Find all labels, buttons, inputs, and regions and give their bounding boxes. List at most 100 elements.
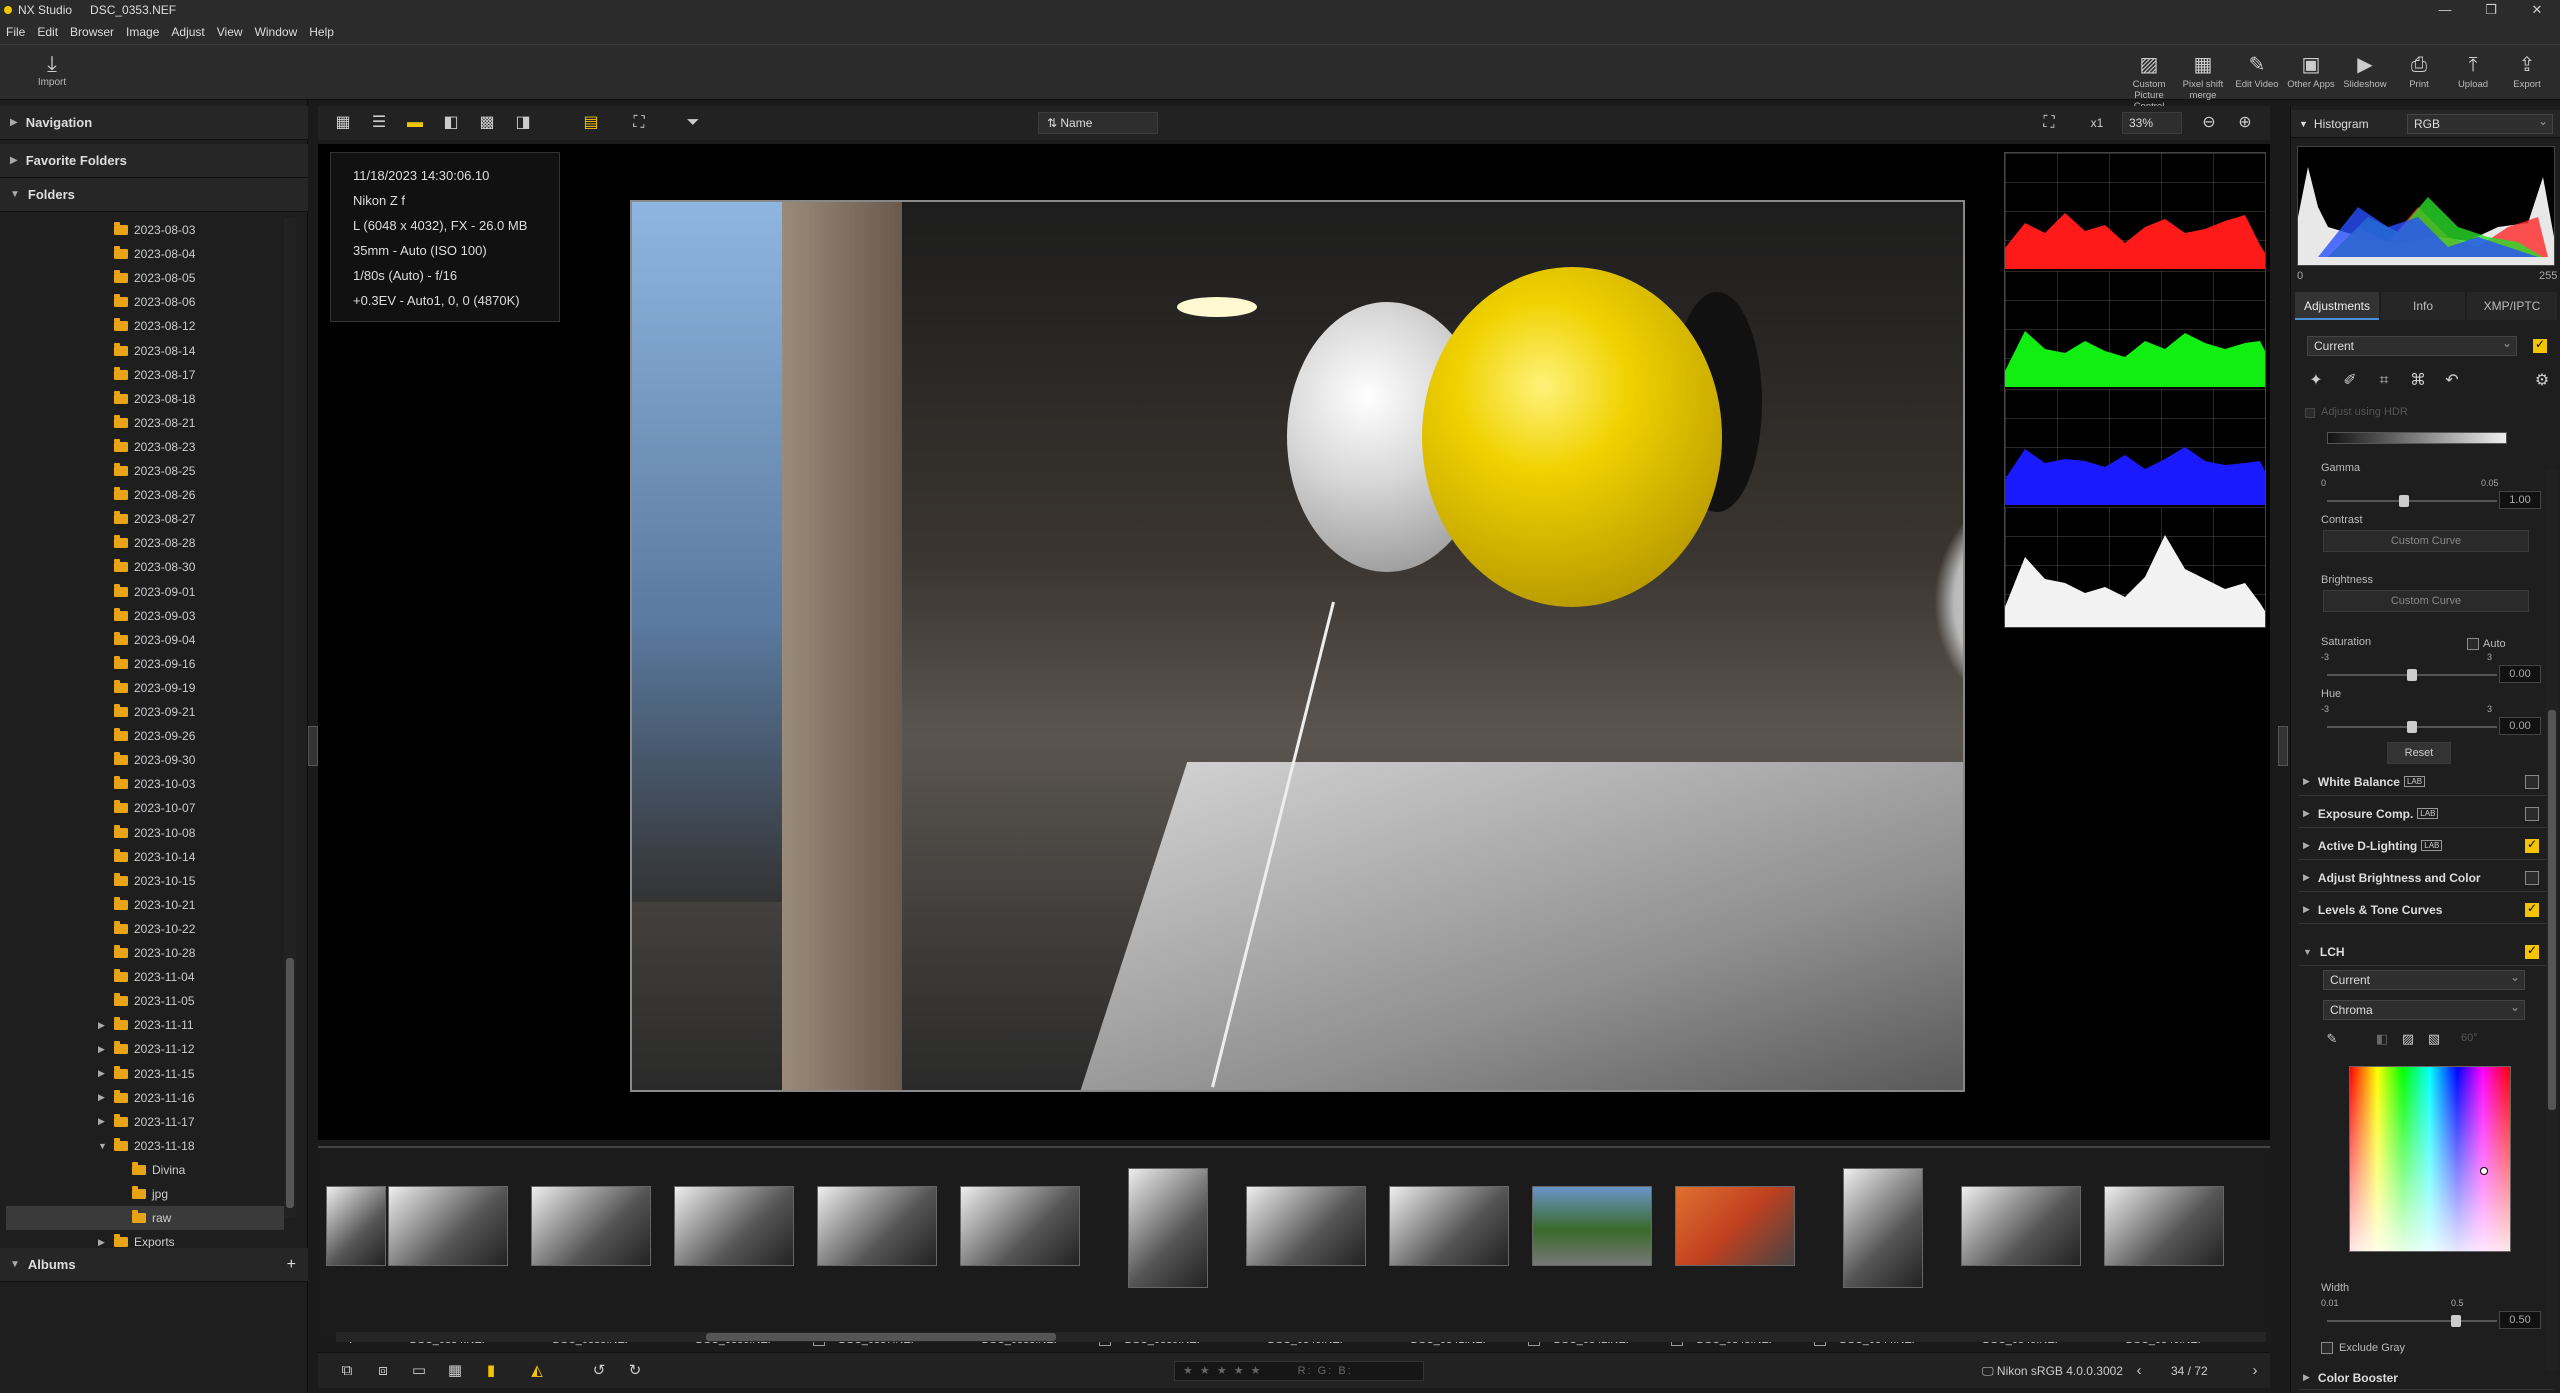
tab-xmp-iptc[interactable]: XMP/IPTC	[2467, 292, 2557, 320]
favorite-folders-section[interactable]: ▶ Favorite Folders	[0, 144, 308, 178]
display-mode-icon[interactable]: ▤	[580, 112, 602, 134]
folder-item[interactable]: 2023-10-28	[114, 941, 195, 965]
grid-icon[interactable]: ▦	[444, 1361, 466, 1381]
adjustments-enable-checkbox[interactable]	[2533, 337, 2547, 353]
contrast-custom-curve-button[interactable]: Custom Curve	[2323, 530, 2529, 552]
menu-help[interactable]: Help	[303, 25, 340, 39]
rating-bar[interactable]: ★ ★ ★ ★ ★ R: G: B:	[1174, 1361, 1424, 1381]
thumbnail-image[interactable]	[1961, 1186, 2081, 1266]
settings-gear-icon[interactable]: ⚙	[2531, 370, 2553, 392]
folder-item[interactable]: 2023-09-19	[114, 676, 195, 700]
folder-item[interactable]: 2023-11-04	[114, 965, 195, 989]
main-photo[interactable]	[630, 200, 1965, 1092]
menu-view[interactable]: View	[211, 25, 249, 39]
folder-item[interactable]: ▼ 2023-11-18	[98, 1134, 195, 1158]
import-button[interactable]: ⤓ Import	[28, 51, 76, 88]
filmstrip-thumbnail[interactable]: DSC_0346.NEF	[2094, 1168, 2236, 1346]
edit-video-button[interactable]: ✎ Edit Video	[2230, 51, 2284, 112]
scrollbar-thumb[interactable]	[2548, 710, 2556, 1110]
saturation-auto-checkbox[interactable]	[2467, 638, 2479, 650]
folder-item[interactable]: 2023-11-05	[114, 989, 195, 1013]
folder-item[interactable]: 2023-10-22	[114, 917, 195, 941]
split-view-icon[interactable]: ◨	[512, 112, 534, 134]
histogram-channel-select[interactable]: RGB	[2407, 112, 2553, 134]
star-rating[interactable]: ★ ★ ★ ★ ★	[1183, 1365, 1263, 1377]
reset-button[interactable]: Reset	[2387, 742, 2451, 764]
brightness-custom-curve-button[interactable]: Custom Curve	[2323, 590, 2529, 612]
expand-arrow-icon[interactable]: ▶	[98, 1044, 112, 1055]
folder-item[interactable]: 2023-08-12	[114, 314, 195, 338]
lch-group[interactable]: ▼ LCH	[2299, 938, 2553, 966]
filmstrip-thumbnail[interactable]: ✓DSC_0344.NEF	[1808, 1168, 1950, 1346]
lch-chroma-picker[interactable]	[2349, 1066, 2511, 1252]
thumbnail-image[interactable]	[1843, 1168, 1923, 1288]
folder-item[interactable]: 2023-08-17	[114, 363, 195, 387]
filmstrip-thumbnail[interactable]: ✓DSC_0337.NEF	[807, 1168, 949, 1346]
folder-item[interactable]: 2023-09-03	[114, 604, 195, 628]
upload-button[interactable]: ⤒ Upload	[2446, 51, 2500, 112]
filmstrip-thumbnail[interactable]: DSC_0335.NEF	[521, 1168, 663, 1346]
thumbnail-list-icon[interactable]: ☰	[368, 112, 390, 134]
filmstrip-thumbnail[interactable]: ✓DSC_0343.NEF	[1665, 1168, 1807, 1346]
subfolder-item[interactable]: jpg	[132, 1182, 168, 1206]
multi-view-icon[interactable]: ▩	[476, 112, 498, 134]
filmstrip-scrollbar[interactable]	[336, 1332, 2266, 1342]
slider-knob[interactable]	[2407, 721, 2417, 733]
group-enable-checkbox[interactable]	[2525, 775, 2539, 789]
custom-picture-control-button[interactable]: ▨Custom Picture Control	[2122, 51, 2176, 112]
folder-item[interactable]: 2023-08-18	[114, 387, 195, 411]
adjustment-group[interactable]: ▶ Adjust Brightness and Color	[2299, 864, 2553, 892]
filmstrip-thumbnail[interactable]: ✓DSC_0339.NEF	[1093, 1168, 1235, 1346]
print-button[interactable]: ⎙ Print	[2392, 51, 2446, 112]
folder-item[interactable]: 2023-09-21	[114, 700, 195, 724]
thumbnail-image[interactable]	[674, 1186, 794, 1266]
filter-icon[interactable]: ⏷	[682, 112, 704, 134]
folder-item[interactable]: 2023-08-03	[114, 218, 195, 242]
folder-item[interactable]: 2023-08-30	[114, 555, 195, 579]
filmstrip-thumbnail[interactable]: DSC_0338.NEF	[950, 1168, 1092, 1346]
folder-item[interactable]: ▶ 2023-11-17	[98, 1110, 195, 1134]
menu-adjust[interactable]: Adjust	[165, 25, 210, 39]
filmstrip-view-icon[interactable]: ▬	[404, 112, 426, 134]
folder-item[interactable]: 2023-10-21	[114, 893, 195, 917]
histogram-toggle-icon[interactable]: ◭	[526, 1361, 548, 1381]
folder-item[interactable]: 2023-10-14	[114, 845, 195, 869]
menu-image[interactable]: Image	[120, 25, 165, 39]
lch-preset-select[interactable]: Current	[2323, 968, 2525, 990]
thumbnail-image[interactable]	[326, 1186, 386, 1266]
rotate-left-icon[interactable]: ⧉	[336, 1361, 358, 1381]
subfolder-item[interactable]: Divina	[132, 1158, 185, 1182]
thumbnail-image[interactable]	[817, 1186, 937, 1266]
folder-item[interactable]: 2023-08-14	[114, 339, 195, 363]
folders-section[interactable]: ▼ Folders	[0, 178, 308, 212]
zoom-1x-button[interactable]: x1	[2086, 112, 2108, 134]
gamma-value[interactable]: 1.00	[2499, 491, 2541, 509]
folder-item[interactable]: 2023-08-26	[114, 483, 195, 507]
filmstrip-thumbnail[interactable]: DSC_0336.NEF	[664, 1168, 806, 1346]
folder-item[interactable]: 2023-10-03	[114, 772, 195, 796]
group-enable-checkbox[interactable]	[2525, 901, 2539, 917]
group-enable-checkbox[interactable]	[2525, 807, 2539, 821]
folder-tree-scrollbar[interactable]	[284, 218, 296, 1218]
navigation-section[interactable]: ▶ Navigation	[0, 106, 308, 140]
thumbnail-image[interactable]	[1675, 1186, 1795, 1266]
revert-icon[interactable]: ↶	[2441, 370, 2463, 392]
expand-arrow-icon[interactable]: ▶	[98, 1092, 112, 1103]
exclude-gray-checkbox[interactable]	[2321, 1342, 2333, 1354]
fit-screen-icon[interactable]: ⛶	[2038, 112, 2060, 134]
maximize-button[interactable]: ❐	[2468, 0, 2514, 20]
menu-browser[interactable]: Browser	[64, 25, 120, 39]
filmstrip-thumbnail[interactable]: F	[226, 1168, 386, 1346]
prev-image-icon[interactable]: ‹	[2128, 1361, 2150, 1381]
thumbnail-image[interactable]	[1246, 1186, 1366, 1266]
folder-item[interactable]: 2023-10-15	[114, 869, 195, 893]
thumbnail-image[interactable]	[1532, 1186, 1652, 1266]
zoom-in-icon[interactable]: ⊕	[2234, 112, 2256, 134]
adjustment-group[interactable]: ▶ Exposure Comp. LAB	[2299, 800, 2553, 828]
lch-mode-select[interactable]: Chroma	[2323, 998, 2525, 1020]
hue-value[interactable]: 0.00	[2499, 717, 2541, 735]
folder-item[interactable]: 2023-08-04	[114, 242, 195, 266]
folder-item[interactable]: 2023-09-30	[114, 748, 195, 772]
right-panel-scrollbar[interactable]	[2546, 470, 2558, 1370]
scrollbar-thumb[interactable]	[706, 1333, 1056, 1341]
